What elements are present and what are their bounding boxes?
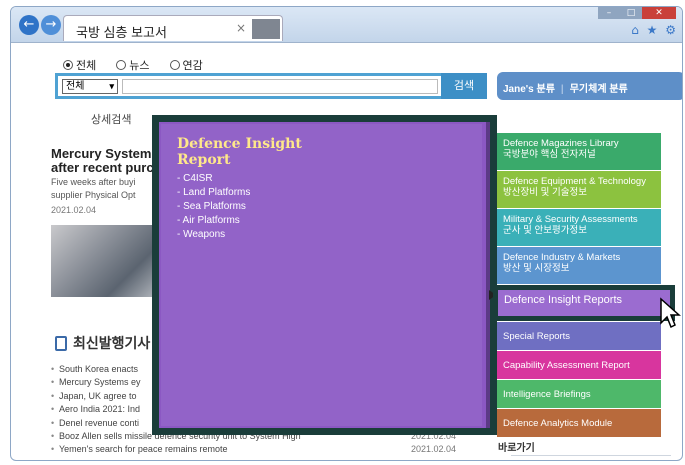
tab-title: 국방 심층 보고서 xyxy=(76,25,167,40)
popup-body: Defence Insight Report - C4ISR - Land Pl… xyxy=(161,124,482,426)
close-window-button[interactable]: ✕ xyxy=(642,7,676,19)
menu-item-6[interactable]: Capability Assessment Report xyxy=(497,351,661,379)
menu-item-sublabel: 국방분야 핵심 전자저널 xyxy=(503,149,596,160)
back-arrow-icon: ← xyxy=(23,17,35,32)
popup-title: Defence Insight Report xyxy=(177,136,302,168)
radio-news[interactable]: 뉴스 xyxy=(116,57,150,73)
search-scope-radios: 전체 뉴스 연감 xyxy=(63,57,203,73)
popup-item-land-platforms[interactable]: - Land Platforms xyxy=(177,186,250,200)
menu-item-7[interactable]: Intelligence Briefings xyxy=(497,380,661,408)
chevron-down-icon: ▾ xyxy=(109,81,114,91)
menu-item-1[interactable]: Defence Equipment & Technology 방산장비 및 기술정… xyxy=(497,171,661,208)
tab-close-icon[interactable]: × xyxy=(236,21,246,35)
menu-item-label: Defence Magazines Library xyxy=(503,138,619,149)
menu-item-label: Defence Industry & Markets xyxy=(503,252,621,263)
menu-item-0[interactable]: Defence Magazines Library 국방분야 핵심 전자저널 xyxy=(497,133,661,170)
mouse-cursor-icon xyxy=(660,297,681,329)
menu-item-8[interactable]: Defence Analytics Module xyxy=(497,409,661,437)
popup-category-list: - C4ISR - Land Platforms - Sea Platforms… xyxy=(177,172,250,242)
radio-selected-icon xyxy=(63,60,73,70)
document-icon xyxy=(55,335,67,351)
news-photo[interactable] xyxy=(51,225,161,297)
forward-button[interactable]: → xyxy=(41,15,61,35)
menu-item-label: Defence Insight Reports xyxy=(504,294,623,306)
advanced-search-link[interactable]: 상세검색 xyxy=(91,111,131,127)
radio-icon xyxy=(169,60,180,70)
menu-item-label: Special Reports xyxy=(503,330,571,342)
menu-item-label: Capability Assessment Report xyxy=(503,359,630,371)
browser-window: ← → 국방 심층 보고서 × – □ ✕ ⌂ ★ ⚙ 전체 뉴스 연감 전체 … xyxy=(10,6,683,461)
janes-classification-link[interactable]: Jane's 분류 xyxy=(503,84,555,95)
popup-item-air-platforms[interactable]: - Air Platforms xyxy=(177,214,250,228)
menu-item-label: Defence Analytics Module xyxy=(503,417,613,429)
search-input[interactable] xyxy=(122,79,438,94)
radio-yearbook[interactable]: 연감 xyxy=(169,57,203,73)
menu-item-label: Intelligence Briefings xyxy=(503,388,591,400)
search-button[interactable]: 검색 xyxy=(441,73,487,99)
latest-articles-heading: 최신발행기사 xyxy=(55,333,150,353)
janes-category-bar: Jane's 분류 | 무기체계 분류 xyxy=(497,72,682,100)
shortcut-heading: 바로가기 xyxy=(498,443,535,454)
window-controls: – □ ✕ xyxy=(598,7,676,19)
search-box: 전체 ▾ xyxy=(55,73,445,99)
right-menu: Defence Magazines Library 국방분야 핵심 전자저널 Def… xyxy=(493,133,675,438)
menu-item-2[interactable]: Military & Security Assessments 군사 및 안보평가… xyxy=(497,209,661,246)
popup-scrollbar[interactable] xyxy=(486,122,490,428)
menu-item-5[interactable]: Special Reports xyxy=(497,322,661,350)
maximize-button[interactable]: □ xyxy=(620,7,642,19)
list-item[interactable]: Yemen's search for peace remains remote2… xyxy=(51,443,471,457)
toolbar-icons[interactable]: ⌂ ★ ⚙ xyxy=(631,23,678,37)
menu-item-label: Defence Equipment & Technology xyxy=(503,176,646,187)
back-button[interactable]: ← xyxy=(19,15,39,35)
menu-item-4[interactable]: Defence Insight Reports xyxy=(493,285,675,321)
weapon-system-classification-link[interactable]: 무기체계 분류 xyxy=(570,84,628,95)
separator: | xyxy=(560,84,564,95)
shortcut-divider xyxy=(511,455,671,460)
radio-icon xyxy=(116,60,127,70)
menu-item-sublabel: 방산장비 및 기술정보 xyxy=(503,187,587,198)
minimize-button[interactable]: – xyxy=(598,7,620,19)
radio-all[interactable]: 전체 xyxy=(63,57,96,73)
menu-item-label: Military & Security Assessments xyxy=(503,214,638,225)
menu-item-sublabel: 군사 및 안보평가정보 xyxy=(503,225,587,236)
popup-item-sea-platforms[interactable]: - Sea Platforms xyxy=(177,200,250,214)
new-tab-area[interactable] xyxy=(252,19,280,39)
defence-insight-report-popup: Defence Insight Report - C4ISR - Land Pl… xyxy=(152,115,497,435)
forward-arrow-icon: → xyxy=(45,17,57,32)
browser-tab[interactable]: 국방 심층 보고서 × xyxy=(63,15,283,41)
search-category-select[interactable]: 전체 ▾ xyxy=(62,79,118,94)
menu-item-3[interactable]: Defence Industry & Markets 방산 및 시장정보 xyxy=(497,247,661,284)
popup-item-c4isr[interactable]: - C4ISR xyxy=(177,172,250,186)
title-bar: ← → 국방 심층 보고서 × – □ ✕ ⌂ ★ ⚙ xyxy=(11,7,682,43)
popup-item-weapons[interactable]: - Weapons xyxy=(177,228,250,242)
menu-item-sublabel: 방산 및 시장정보 xyxy=(503,263,570,274)
